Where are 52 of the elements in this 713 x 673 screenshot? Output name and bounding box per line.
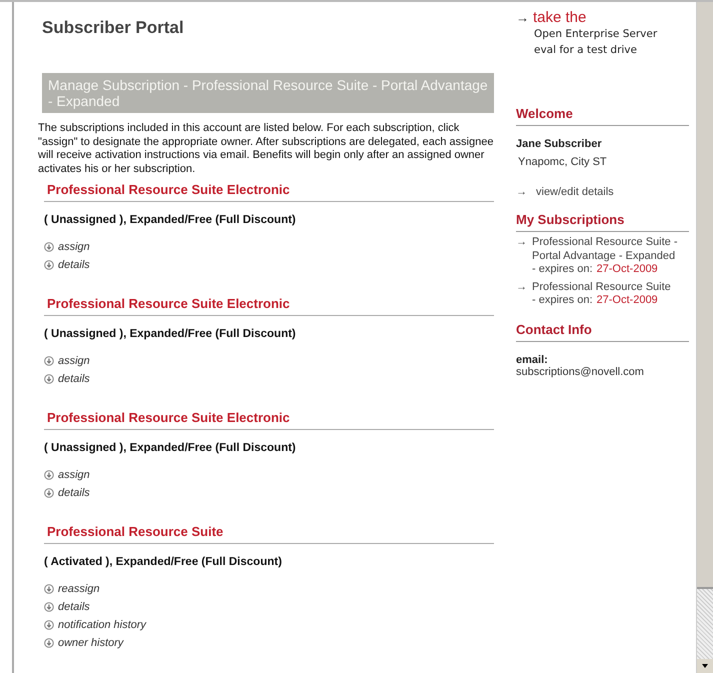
circle-arrow-icon xyxy=(44,620,54,630)
expires-label: - expires on: xyxy=(532,263,593,276)
action-link[interactable]: assign xyxy=(58,469,90,481)
action-link[interactable]: details xyxy=(58,373,90,385)
action-link[interactable]: assign xyxy=(58,355,90,367)
promo-text: Open Enterprise Server eval for a test drive xyxy=(533,27,658,58)
circle-arrow-icon xyxy=(44,638,54,648)
subscription-status: ( Unassigned ), Expanded/Free (Full Discount) xyxy=(44,328,297,340)
expires-label: - expires on: xyxy=(532,294,593,308)
subscription-status: ( Unassigned ), Expanded/Free (Full Discount) xyxy=(44,214,297,226)
expiry-date: 27-Oct-2009 xyxy=(596,263,658,276)
email-label: email: xyxy=(516,354,549,366)
action-link[interactable]: notification history xyxy=(58,619,146,631)
circle-arrow-icon xyxy=(44,584,54,594)
subscription-heading: Professional Resource Suite Electronic xyxy=(44,296,494,316)
action-link[interactable]: details xyxy=(58,487,90,499)
page-title: Subscriber Portal xyxy=(42,18,185,38)
action-link[interactable]: assign xyxy=(58,241,90,253)
subscription-status: ( Unassigned ), Expanded/Free (Full Discount) xyxy=(44,442,297,454)
subscription-link[interactable]: Professional Resource Suite xyxy=(532,280,671,294)
expiry-date: 27-Oct-2009 xyxy=(596,294,658,308)
sidebar-heading: Welcome xyxy=(516,106,689,126)
subscription-heading: Professional Resource Suite Electronic xyxy=(44,410,494,430)
action-link[interactable]: details xyxy=(58,259,90,271)
subscription-heading: Professional Resource Suite Electronic xyxy=(44,182,494,202)
circle-arrow-icon xyxy=(44,602,54,612)
user-name: Jane Subscriber xyxy=(516,138,603,150)
circle-arrow-icon xyxy=(44,374,54,384)
subscription-link[interactable]: Professional Resource Suite - Portal Advantage - Expanded xyxy=(532,236,689,263)
arrow-icon: → xyxy=(516,280,528,308)
section-banner: Manage Subscription - Professional Resource Suite - Portal Advantage - Expanded xyxy=(42,73,494,113)
arrow-icon: → xyxy=(516,10,529,25)
subscription-status: ( Activated ), Expanded/Free (Full Discount) xyxy=(44,556,283,568)
subscription-heading: Professional Resource Suite xyxy=(44,524,494,544)
intro-text: The subscriptions included in this account are listed below. For each subscription, click "assign" to designate the appropriate owner. After subscriptions are delegated, each assignee will receive activation instructions via email. Benefits will begin only after an assigned owner activates his or her subscription. xyxy=(38,122,494,176)
scrollbar-drawing[interactable] xyxy=(696,2,713,673)
sidebar-heading: My Subscriptions xyxy=(516,212,689,232)
circle-arrow-icon xyxy=(44,488,54,498)
view-details-link[interactable]: view/edit details xyxy=(536,186,614,198)
circle-arrow-icon xyxy=(44,470,54,480)
action-link[interactable]: details xyxy=(58,601,90,613)
email-address: subscriptions@novell.com xyxy=(516,366,645,378)
user-location: Ynapomc, City ST xyxy=(518,156,608,168)
arrow-icon: → xyxy=(516,186,528,198)
arrow-icon: → xyxy=(516,236,528,276)
promo-headline[interactable]: take the xyxy=(533,9,586,26)
circle-arrow-icon xyxy=(44,356,54,366)
circle-arrow-icon xyxy=(44,260,54,270)
circle-arrow-icon xyxy=(44,242,54,252)
action-link[interactable]: reassign xyxy=(58,583,100,595)
action-link[interactable]: owner history xyxy=(58,637,124,649)
sidebar-heading: Contact Info xyxy=(516,322,689,342)
